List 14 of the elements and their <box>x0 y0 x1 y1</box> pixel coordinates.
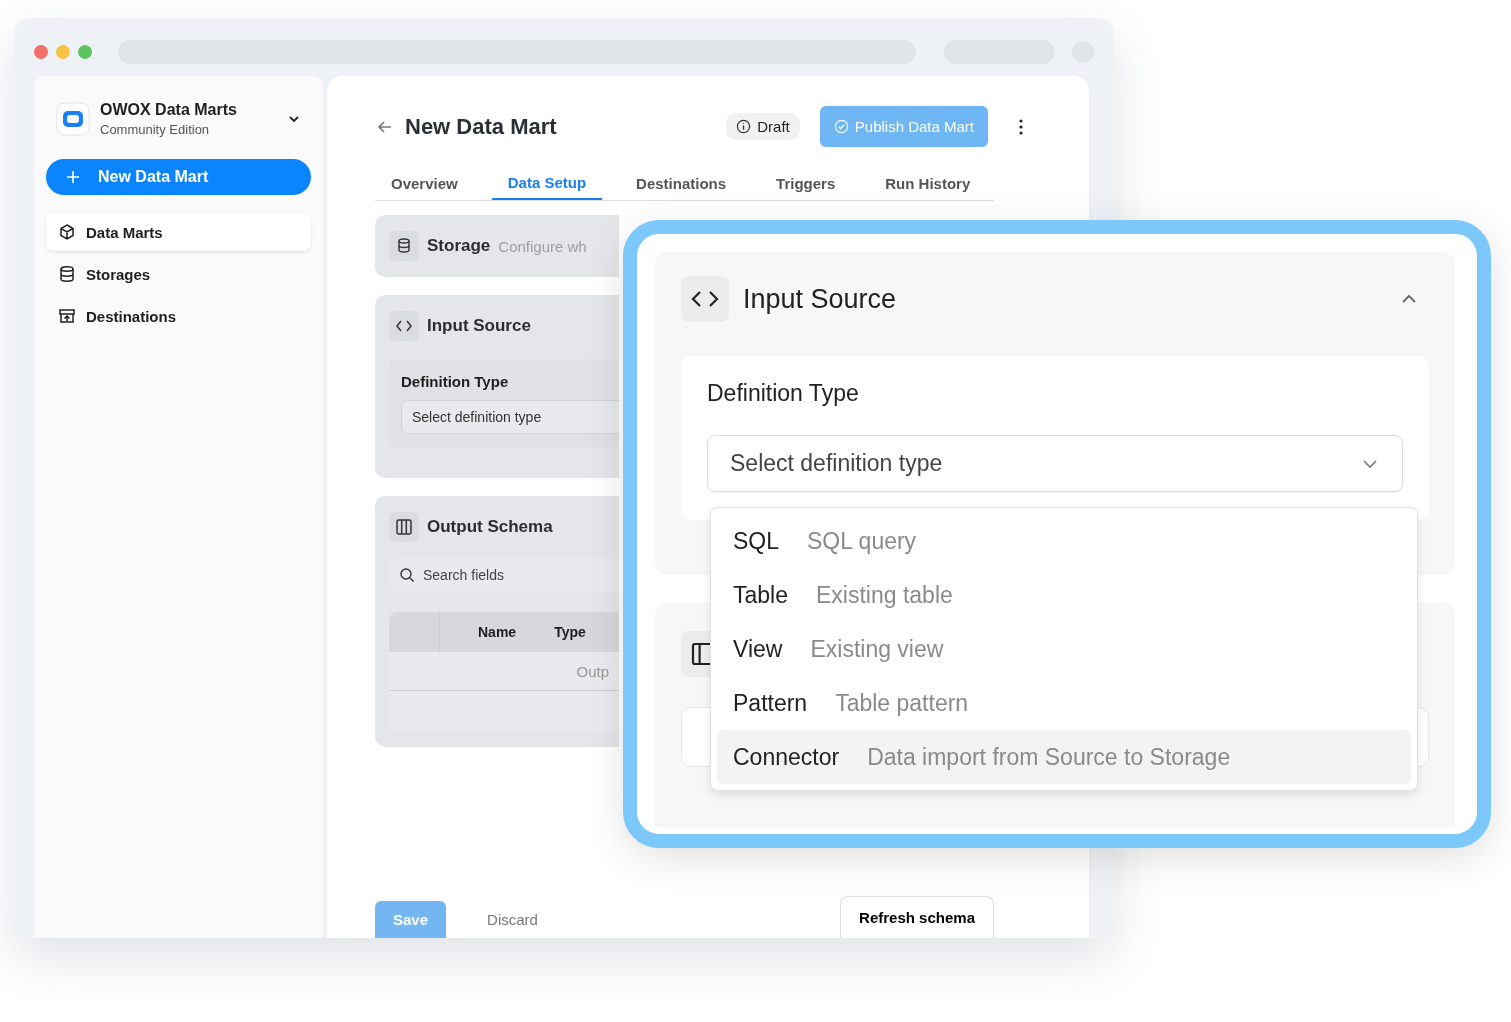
card-title: Input Source <box>427 316 531 336</box>
card-title: Output Schema <box>427 517 553 537</box>
workspace-edition: Community Edition <box>100 122 211 137</box>
field-label: Definition Type <box>401 373 510 390</box>
card-title: Storage <box>427 236 491 256</box>
workspace-name: OWOX Data Marts <box>100 101 238 119</box>
card-description: Configure wh <box>498 237 587 255</box>
page-title: New Data Mart <box>405 113 557 140</box>
card-title: Input Source <box>743 283 897 315</box>
field-label: Definition Type <box>707 380 860 407</box>
column-header: Type <box>553 624 586 640</box>
status-badge: Draft <box>726 113 800 140</box>
column-header: Name <box>477 624 517 640</box>
table-cell: Outp <box>576 662 609 680</box>
